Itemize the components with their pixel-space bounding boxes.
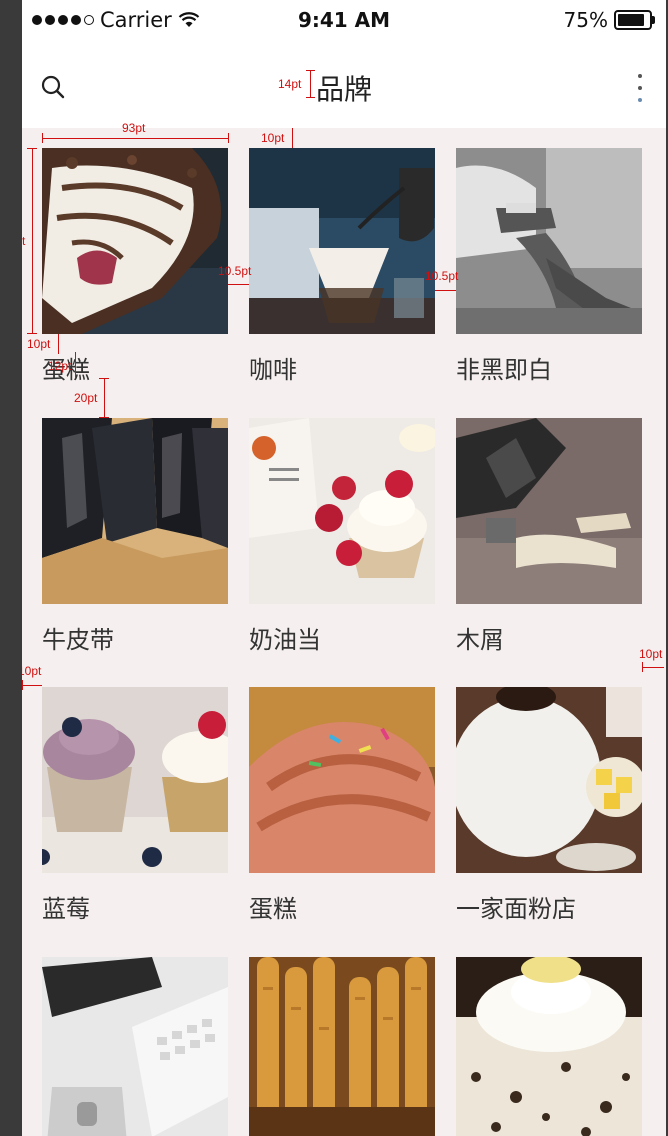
column-gap-annotation: 10.5pt: [218, 264, 252, 278]
battery-icon: [614, 10, 655, 30]
row-gap-annotation: 20pt: [74, 391, 98, 405]
label-gap-annotation: 10pt: [27, 337, 51, 351]
brand-item[interactable]: 咖啡: [249, 148, 435, 384]
label-size-annotation: 12pt: [48, 359, 72, 373]
right-margin-annotation: 10pt: [639, 647, 663, 661]
top-gap-annotation: 10pt: [261, 131, 285, 145]
brand-label: 奶油当: [249, 626, 321, 654]
brand-thumbnail: [456, 957, 642, 1136]
battery-percent: 75%: [563, 8, 608, 32]
brand-item[interactable]: [456, 957, 642, 1136]
more-vertical-icon: [638, 74, 642, 78]
brand-item[interactable]: 牛皮带: [42, 418, 228, 654]
brand-item[interactable]: [42, 957, 228, 1136]
brand-thumbnail: [456, 687, 642, 873]
brand-thumbnail: [249, 687, 435, 873]
brand-thumbnail: [456, 418, 642, 604]
brand-thumbnail: [249, 957, 435, 1136]
image-width-line: [42, 138, 228, 139]
brand-item[interactable]: 蛋糕: [249, 687, 435, 923]
brand-thumbnail: [42, 418, 228, 604]
title-spacing-annotation: 14pt: [278, 77, 302, 91]
brand-thumbnail: [249, 418, 435, 604]
brand-label: 咖啡: [249, 356, 297, 384]
left-margin-annotation: 10pt: [22, 664, 42, 678]
image-height-annotation: 93pt: [22, 234, 26, 248]
brand-item[interactable]: 木屑: [456, 418, 642, 654]
brand-item[interactable]: 非黑即白: [456, 148, 642, 384]
brand-item[interactable]: 一家面粉店: [456, 687, 642, 923]
page-title: 品牌: [315, 73, 372, 106]
title-spacing-line: [310, 70, 311, 98]
brand-thumbnail: [42, 148, 228, 334]
brand-thumbnail: [42, 957, 228, 1136]
app-screen: Carrier 9:41 AM 75% 品牌 蛋糕 咖啡 非黑即白 牛皮带 奶油…: [22, 0, 666, 1136]
column-gap-annotation: 10.5pt: [425, 269, 459, 283]
brand-item[interactable]: 蓝莓: [42, 687, 228, 923]
status-bar: Carrier 9:41 AM 75%: [22, 0, 666, 40]
navigation-bar: 品牌: [22, 40, 666, 128]
brand-item[interactable]: 蛋糕: [42, 148, 228, 384]
brand-thumbnail: [42, 687, 228, 873]
brand-label: 牛皮带: [42, 626, 114, 654]
brand-label: 蓝莓: [42, 895, 90, 923]
battery-status: 75%: [563, 8, 655, 32]
image-height-line: [32, 148, 33, 334]
brand-label: 非黑即白: [456, 356, 552, 384]
brand-label: 木屑: [456, 626, 504, 654]
brand-thumbnail: [249, 148, 435, 334]
brand-item[interactable]: 奶油当: [249, 418, 435, 654]
brand-label: 一家面粉店: [456, 895, 576, 923]
more-menu-button[interactable]: [636, 74, 644, 102]
image-width-annotation: 93pt: [122, 121, 146, 135]
brand-thumbnail: [456, 148, 642, 334]
brand-label: 蛋糕: [249, 895, 297, 923]
brand-item[interactable]: [249, 957, 435, 1136]
